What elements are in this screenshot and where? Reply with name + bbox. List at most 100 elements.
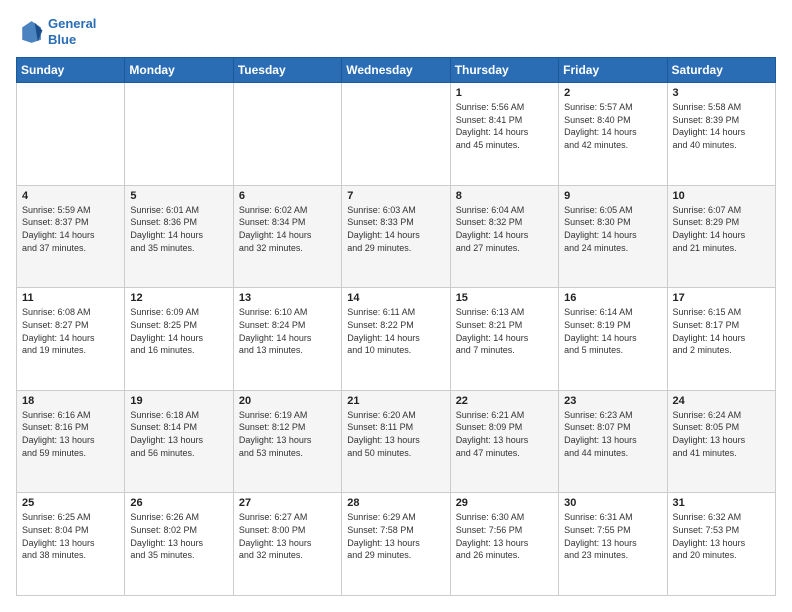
week-row-4: 18Sunrise: 6:16 AM Sunset: 8:16 PM Dayli… [17,390,776,493]
logo: General Blue [16,16,96,47]
calendar-table: SundayMondayTuesdayWednesdayThursdayFrid… [16,57,776,596]
day-info: Sunrise: 6:05 AM Sunset: 8:30 PM Dayligh… [564,204,661,254]
day-number: 20 [239,395,336,407]
day-info: Sunrise: 6:02 AM Sunset: 8:34 PM Dayligh… [239,204,336,254]
calendar-cell: 15 Sunrise: 6:13 AM Sunset: 8:21 PM Dayli… [450,288,558,391]
day-number: 2 [564,87,661,99]
calendar-cell: 19 Sunrise: 6:18 AM Sunset: 8:14 PM Dayli… [125,390,233,493]
calendar-cell [125,83,233,186]
day-info: Sunrise: 6:19 AM Sunset: 8:12 PM Dayligh… [239,409,336,459]
weekday-header-saturday: Saturday [667,58,775,83]
calendar-cell: 22Sunrise: 6:21 AM Sunset: 8:09 PM Dayli… [450,390,558,493]
day-info: Sunrise: 5:57 AM Sunset: 8:40 PM Dayligh… [564,101,661,151]
day-info: Sunrise: 6:32 AM Sunset: 7:53 PM Dayligh… [673,511,770,561]
logo-text: General Blue [48,16,96,47]
calendar-cell: 30 Sunrise: 6:31 AM Sunset: 7:55 PM Dayli… [559,493,667,596]
day-info: Sunrise: 6:11 AM Sunset: 8:22 PM Dayligh… [347,306,444,356]
day-info: Sunrise: 6:27 AM Sunset: 8:00 PM Dayligh… [239,511,336,561]
day-number: 16 [564,292,661,304]
day-number: 15 [456,292,553,304]
day-info: Sunrise: 6:24 AM Sunset: 8:05 PM Dayligh… [673,409,770,459]
day-number: 1 [456,87,553,99]
calendar-cell: 2 Sunrise: 5:57 AM Sunset: 8:40 PM Daylig… [559,83,667,186]
day-number: 5 [130,190,227,202]
calendar-cell: 14Sunrise: 6:11 AM Sunset: 8:22 PM Dayli… [342,288,450,391]
calendar-cell: 29Sunrise: 6:30 AM Sunset: 7:56 PM Dayli… [450,493,558,596]
day-number: 13 [239,292,336,304]
calendar-cell: 27 Sunrise: 6:27 AM Sunset: 8:00 PM Dayli… [233,493,341,596]
weekday-header-friday: Friday [559,58,667,83]
calendar-cell: 5 Sunrise: 6:01 AM Sunset: 8:36 PM Daylig… [125,185,233,288]
calendar-cell: 17Sunrise: 6:15 AM Sunset: 8:17 PM Dayli… [667,288,775,391]
day-info: Sunrise: 6:08 AM Sunset: 8:27 PM Dayligh… [22,306,119,356]
week-row-1: 1Sunrise: 5:56 AM Sunset: 8:41 PM Daylig… [17,83,776,186]
calendar-cell: 3 Sunrise: 5:58 AM Sunset: 8:39 PM Daylig… [667,83,775,186]
weekday-header-wednesday: Wednesday [342,58,450,83]
calendar-cell: 26Sunrise: 6:26 AM Sunset: 8:02 PM Dayli… [125,493,233,596]
calendar-cell: 16 Sunrise: 6:14 AM Sunset: 8:19 PM Dayli… [559,288,667,391]
calendar-cell: 9 Sunrise: 6:05 AM Sunset: 8:30 PM Daylig… [559,185,667,288]
day-number: 17 [673,292,770,304]
day-number: 4 [22,190,119,202]
calendar-cell: 11 Sunrise: 6:08 AM Sunset: 8:27 PM Dayli… [17,288,125,391]
calendar-cell: 7 Sunrise: 6:03 AM Sunset: 8:33 PM Daylig… [342,185,450,288]
calendar-cell: 28Sunrise: 6:29 AM Sunset: 7:58 PM Dayli… [342,493,450,596]
day-number: 12 [130,292,227,304]
day-info: Sunrise: 6:18 AM Sunset: 8:14 PM Dayligh… [130,409,227,459]
day-number: 19 [130,395,227,407]
day-info: Sunrise: 6:20 AM Sunset: 8:11 PM Dayligh… [347,409,444,459]
weekday-header-sunday: Sunday [17,58,125,83]
day-number: 21 [347,395,444,407]
calendar-cell: 24 Sunrise: 6:24 AM Sunset: 8:05 PM Dayli… [667,390,775,493]
day-number: 29 [456,497,553,509]
day-info: Sunrise: 6:14 AM Sunset: 8:19 PM Dayligh… [564,306,661,356]
day-info: Sunrise: 6:16 AM Sunset: 8:16 PM Dayligh… [22,409,119,459]
day-info: Sunrise: 6:25 AM Sunset: 8:04 PM Dayligh… [22,511,119,561]
day-info: Sunrise: 6:10 AM Sunset: 8:24 PM Dayligh… [239,306,336,356]
day-number: 7 [347,190,444,202]
week-row-2: 4 Sunrise: 5:59 AM Sunset: 8:37 PM Daylig… [17,185,776,288]
calendar-cell: 23 Sunrise: 6:23 AM Sunset: 8:07 PM Dayli… [559,390,667,493]
page: General Blue SundayMondayTuesdayWednesda… [0,0,792,612]
day-number: 23 [564,395,661,407]
day-info: Sunrise: 5:58 AM Sunset: 8:39 PM Dayligh… [673,101,770,151]
header: General Blue [16,16,776,47]
week-row-3: 11 Sunrise: 6:08 AM Sunset: 8:27 PM Dayli… [17,288,776,391]
day-number: 28 [347,497,444,509]
day-info: Sunrise: 6:03 AM Sunset: 8:33 PM Dayligh… [347,204,444,254]
weekday-header-thursday: Thursday [450,58,558,83]
day-number: 31 [673,497,770,509]
calendar-cell [342,83,450,186]
calendar-cell: 21 Sunrise: 6:20 AM Sunset: 8:11 PM Dayli… [342,390,450,493]
weekday-header-tuesday: Tuesday [233,58,341,83]
day-info: Sunrise: 6:01 AM Sunset: 8:36 PM Dayligh… [130,204,227,254]
day-number: 30 [564,497,661,509]
calendar-cell: 6Sunrise: 6:02 AM Sunset: 8:34 PM Daylig… [233,185,341,288]
calendar-cell: 8 Sunrise: 6:04 AM Sunset: 8:32 PM Daylig… [450,185,558,288]
weekday-header-row: SundayMondayTuesdayWednesdayThursdayFrid… [17,58,776,83]
day-info: Sunrise: 6:21 AM Sunset: 8:09 PM Dayligh… [456,409,553,459]
day-info: Sunrise: 6:04 AM Sunset: 8:32 PM Dayligh… [456,204,553,254]
day-number: 8 [456,190,553,202]
day-info: Sunrise: 6:31 AM Sunset: 7:55 PM Dayligh… [564,511,661,561]
day-number: 10 [673,190,770,202]
day-info: Sunrise: 6:13 AM Sunset: 8:21 PM Dayligh… [456,306,553,356]
calendar-cell: 4 Sunrise: 5:59 AM Sunset: 8:37 PM Daylig… [17,185,125,288]
weekday-header-monday: Monday [125,58,233,83]
day-info: Sunrise: 6:26 AM Sunset: 8:02 PM Dayligh… [130,511,227,561]
calendar-cell: 13 Sunrise: 6:10 AM Sunset: 8:24 PM Dayli… [233,288,341,391]
calendar-cell: 18Sunrise: 6:16 AM Sunset: 8:16 PM Dayli… [17,390,125,493]
day-number: 24 [673,395,770,407]
calendar-cell: 1Sunrise: 5:56 AM Sunset: 8:41 PM Daylig… [450,83,558,186]
calendar-cell: 31 Sunrise: 6:32 AM Sunset: 7:53 PM Dayli… [667,493,775,596]
day-info: Sunrise: 6:09 AM Sunset: 8:25 PM Dayligh… [130,306,227,356]
day-number: 25 [22,497,119,509]
day-number: 27 [239,497,336,509]
day-number: 3 [673,87,770,99]
day-number: 11 [22,292,119,304]
calendar-cell [233,83,341,186]
calendar-cell [17,83,125,186]
day-number: 9 [564,190,661,202]
day-info: Sunrise: 6:23 AM Sunset: 8:07 PM Dayligh… [564,409,661,459]
day-info: Sunrise: 5:59 AM Sunset: 8:37 PM Dayligh… [22,204,119,254]
